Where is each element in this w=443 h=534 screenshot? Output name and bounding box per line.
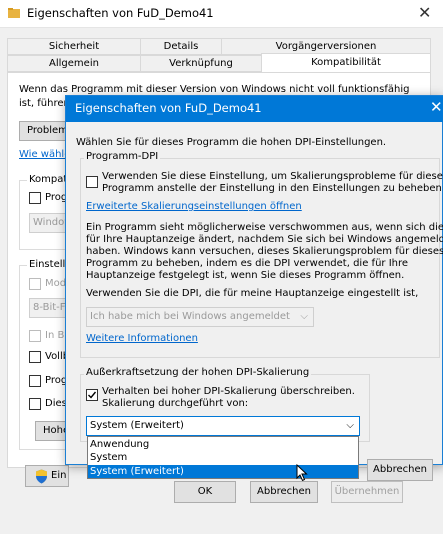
scaling-mode-combo[interactable]: System (Erweitert) ⌵ <box>86 416 360 436</box>
tab-verknuepfung[interactable]: Verknüpfung <box>140 55 262 72</box>
problem-button[interactable]: Problem <box>19 121 69 141</box>
shield-icon <box>35 469 48 484</box>
description-line-5: Hauptanzeige festgelegt ist, wenn Sie di… <box>86 270 405 281</box>
option-system-enhanced[interactable]: System (Erweitert) <box>88 465 358 478</box>
intro-line-2: ist, führen <box>19 98 70 109</box>
dialog-titlebar: Eigenschaften von FuD_Demo41 ✕ <box>66 96 443 122</box>
compat-checkbox[interactable] <box>29 192 41 204</box>
option-system[interactable]: System <box>88 451 358 464</box>
dialog-close-icon[interactable]: ✕ <box>430 98 443 116</box>
dialog-title: Eigenschaften von FuD_Demo41 <box>75 101 262 115</box>
program-dpi-line-1: Verwenden Sie diese Einstellung, um Skal… <box>102 171 443 182</box>
admin-checkbox[interactable] <box>29 375 41 387</box>
dpi-source-combo[interactable]: Ich habe mich bei Windows angemeldet ⌵ <box>86 307 314 327</box>
program-dpi-line-2: Programm anstelle der Einstellung in den… <box>102 183 442 194</box>
register-label: Dies <box>45 398 67 409</box>
ok-button[interactable]: OK <box>174 481 236 503</box>
chevron-down-icon: ⌵ <box>300 311 308 322</box>
description-line-1: Ein Programm sieht möglicherweise versch… <box>86 222 443 233</box>
tab-allgemein[interactable]: Allgemein <box>7 55 141 72</box>
override-checkbox[interactable] <box>86 389 98 401</box>
description-line-4: Programm zu beheben, indem es die DPI ve… <box>86 258 409 269</box>
dialog-cancel-button[interactable]: Abbrechen <box>367 459 433 481</box>
compat-prog-label: Prog <box>45 192 68 203</box>
mode-label: Mod <box>45 278 67 289</box>
advanced-scaling-link[interactable]: Erweiterte Skalierungseinstellungen öffn… <box>86 201 302 213</box>
resolution-checkbox[interactable] <box>29 330 41 342</box>
description-line-2: für Ihre Hauptanzeige ändert, nachdem Si… <box>86 234 443 245</box>
program-dpi-label: Programm-DPI <box>84 151 161 163</box>
back-close-icon[interactable]: ✕ <box>418 3 431 22</box>
resolution-label: In Bi <box>45 330 68 341</box>
back-window-title: Eigenschaften von FuD_Demo41 <box>27 6 214 20</box>
chevron-down-icon: ⌵ <box>346 420 354 431</box>
checkmark-icon <box>88 391 97 399</box>
change-settings-button[interactable]: Ein <box>25 465 69 487</box>
mouse-cursor-icon <box>296 463 308 482</box>
apply-button[interactable]: Übernehmen <box>331 481 403 503</box>
back-titlebar: Eigenschaften von FuD_Demo41 ✕ <box>0 0 443 28</box>
mode-checkbox[interactable] <box>29 278 41 290</box>
admin-label: Prog <box>45 375 68 386</box>
description-line-3: haben. Windows kann versuchen, dieses Sk… <box>86 246 443 257</box>
override-line-1: Verhalten bei hoher DPI-Skalierung übers… <box>102 386 355 397</box>
override-group-label: Außerkraftsetzung der hohen DPI-Skalieru… <box>84 367 312 379</box>
fullscreen-checkbox[interactable] <box>29 351 41 363</box>
how-choose-link[interactable]: Wie wähle <box>19 149 70 160</box>
program-dpi-checkbox[interactable] <box>86 176 98 188</box>
scaling-mode-dropdown: Anwendung System System (Erweitert) <box>87 436 359 479</box>
tab-sicherheit[interactable]: Sicherheit <box>7 38 141 55</box>
option-application[interactable]: Anwendung <box>88 438 358 451</box>
change-settings-label: Ein <box>51 470 67 481</box>
back-cancel-button[interactable]: Abbrechen <box>250 481 318 503</box>
more-info-link[interactable]: Weitere Informationen <box>86 333 198 345</box>
register-checkbox[interactable] <box>29 398 41 410</box>
override-line-2: Skalierung durchgeführt von: <box>102 398 249 409</box>
use-dpi-label: Verwenden Sie die DPI, die für meine Hau… <box>86 288 419 299</box>
intro-line-1: Wenn das Programm mit dieser Version von… <box>19 84 410 95</box>
tab-details[interactable]: Details <box>140 38 222 55</box>
folder-icon <box>7 6 21 20</box>
dialog-heading: Wählen Sie für dieses Programm die hohen… <box>76 137 387 148</box>
tab-kompatibilitaet[interactable]: Kompatibilität <box>261 53 431 73</box>
